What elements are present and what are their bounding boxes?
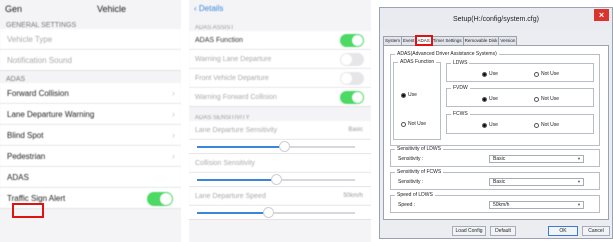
fcws-use-radio[interactable]: Use bbox=[482, 122, 498, 128]
adas-function-use-radio[interactable]: Use bbox=[401, 92, 417, 98]
radio-icon bbox=[401, 121, 406, 127]
radio-selected-icon bbox=[482, 96, 487, 102]
radio-icon bbox=[534, 96, 539, 102]
forward-collision-row[interactable]: Warning Forward Collision bbox=[189, 88, 371, 107]
ok-button[interactable]: OK bbox=[548, 226, 578, 236]
radio-icon bbox=[534, 71, 539, 77]
back-button[interactable]: Gen bbox=[5, 4, 22, 14]
collision-sensitivity-row[interactable]: Collision Sensitivity bbox=[189, 154, 371, 173]
lane-departure-row[interactable]: Warning Lane Departure bbox=[189, 50, 371, 69]
lane-speed-slider[interactable] bbox=[189, 206, 371, 220]
lane-speed-row[interactable]: Lane Departure Speed 50km/h bbox=[189, 187, 371, 206]
chevron-down-icon: ▼ bbox=[577, 156, 581, 161]
forward-collision-toggle[interactable] bbox=[340, 91, 364, 104]
adas-function-group: ADAS Function bbox=[393, 60, 441, 140]
list-item-lane-departure[interactable]: Lane Departure Warning › bbox=[0, 104, 181, 125]
nav-bar: ‹ Details bbox=[189, 0, 371, 17]
ldws-notuse-radio[interactable]: Not Use bbox=[534, 71, 559, 77]
adas-function-toggle[interactable] bbox=[340, 34, 364, 47]
lane-sensitivity-row[interactable]: Lane Departure Sensitivity Basic bbox=[189, 121, 371, 140]
chevron-down-icon: ▼ bbox=[577, 202, 581, 207]
slider-knob[interactable] bbox=[278, 141, 290, 152]
section-header: ADAS ASSIST bbox=[195, 25, 235, 31]
chevron-right-icon: › bbox=[172, 130, 175, 140]
list-item-vehicle-type[interactable]: Vehicle Type bbox=[0, 29, 181, 50]
chevron-right-icon: › bbox=[172, 151, 175, 161]
adas-highlight-box bbox=[12, 203, 44, 218]
list-item-forward-collision[interactable]: Forward Collision › bbox=[0, 83, 181, 104]
phone-settings-list-panel: Gen Vehicle GENERAL SETTINGS Vehicle Typ… bbox=[0, 0, 181, 242]
lane-speed-value: 50km/h bbox=[343, 193, 363, 199]
dialog-title-bar: Setup(H:/config/system.cfg) × bbox=[380, 8, 612, 30]
radio-selected-icon bbox=[482, 122, 487, 128]
back-button[interactable]: ‹ Details bbox=[194, 4, 223, 13]
phone-adas-settings-panel: ‹ Details ADAS ASSIST ADAS Function Warn… bbox=[189, 0, 371, 242]
fcws-group: FCWS bbox=[446, 112, 594, 134]
list-item-pedestrian[interactable]: Pedestrian › bbox=[0, 146, 181, 167]
ldws-group: LDWS bbox=[446, 61, 594, 82]
tab-system[interactable]: System bbox=[383, 36, 403, 45]
tab-bar: System Event ADAS Timer Settings Removab… bbox=[383, 35, 518, 46]
fvdw-notuse-radio[interactable]: Not Use bbox=[534, 96, 559, 102]
slider-knob[interactable] bbox=[263, 207, 275, 218]
radio-selected-icon bbox=[482, 71, 487, 77]
tab-event[interactable]: Event bbox=[401, 36, 417, 45]
default-button[interactable]: Default bbox=[490, 226, 516, 236]
slider-knob[interactable] bbox=[271, 174, 282, 185]
tab-timer-settings[interactable]: Timer Settings bbox=[430, 36, 464, 45]
tab-adas[interactable]: ADAS bbox=[414, 35, 433, 46]
chevron-right-icon: › bbox=[172, 109, 175, 119]
speed-ldws-select[interactable]: 50km/h ▼ bbox=[489, 201, 584, 209]
sensitivity-fcws-label: Sensitivity : bbox=[398, 179, 424, 185]
section-header: ADAS bbox=[6, 76, 26, 83]
tab-content: ADAS(Advanced Driver Assistance Systems)… bbox=[383, 45, 609, 220]
front-vehicle-toggle[interactable] bbox=[340, 72, 364, 85]
fcws-notuse-radio[interactable]: Not Use bbox=[534, 122, 559, 128]
nav-bar: Gen Vehicle bbox=[0, 0, 181, 17]
section-header: ADAS SENSITIVITY bbox=[195, 115, 250, 121]
lane-departure-toggle[interactable] bbox=[340, 53, 364, 66]
section-header: GENERAL SETTINGS bbox=[6, 22, 77, 29]
close-button[interactable]: × bbox=[594, 9, 609, 21]
tab-removable-disk[interactable]: Removable Disk bbox=[462, 36, 500, 45]
collision-sensitivity-slider[interactable] bbox=[189, 173, 371, 187]
sensitivity-fcws-select[interactable]: Basic ▼ bbox=[489, 178, 584, 186]
speed-ldws-label: Speed : bbox=[398, 202, 416, 208]
adas-group-legend: ADAS(Advanced Driver Assistance Systems) bbox=[397, 51, 497, 57]
chevron-right-icon: › bbox=[172, 88, 175, 98]
list-item-adas[interactable]: ADAS bbox=[0, 167, 181, 188]
fvdw-use-radio[interactable]: Use bbox=[482, 96, 498, 102]
dialog-title: Setup(H:/config/system.cfg) bbox=[453, 15, 539, 23]
lane-sensitivity-slider[interactable] bbox=[189, 140, 371, 154]
tab-version[interactable]: Version bbox=[498, 36, 518, 45]
sensitivity-ldws-label: Sensitivity : bbox=[398, 156, 424, 162]
adas-function-row[interactable]: ADAS Function bbox=[189, 31, 371, 50]
traffic-sign-toggle[interactable] bbox=[147, 192, 173, 206]
radio-selected-icon bbox=[401, 92, 406, 98]
lane-sensitivity-value: Basic bbox=[348, 127, 363, 133]
list-item-notification-sound[interactable]: Notification Sound bbox=[0, 50, 181, 71]
list-item-blind-spot[interactable]: Blind Spot › bbox=[0, 125, 181, 146]
load-config-button[interactable]: Load Config bbox=[452, 226, 486, 236]
chevron-down-icon: ▼ bbox=[577, 179, 581, 184]
setup-dialog: Setup(H:/config/system.cfg) × System Eve… bbox=[379, 7, 613, 239]
adas-function-notuse-radio[interactable]: Not Use bbox=[401, 121, 426, 127]
radio-icon bbox=[534, 122, 539, 128]
sensitivity-ldws-select[interactable]: Basic ▼ bbox=[489, 155, 584, 163]
ldws-use-radio[interactable]: Use bbox=[482, 71, 498, 77]
cancel-button[interactable]: Cancel bbox=[582, 226, 610, 236]
front-vehicle-row[interactable]: Front Vehicle Departure bbox=[189, 69, 371, 88]
nav-title: Vehicle bbox=[96, 3, 126, 14]
fvdw-group: FVDW bbox=[446, 86, 594, 107]
